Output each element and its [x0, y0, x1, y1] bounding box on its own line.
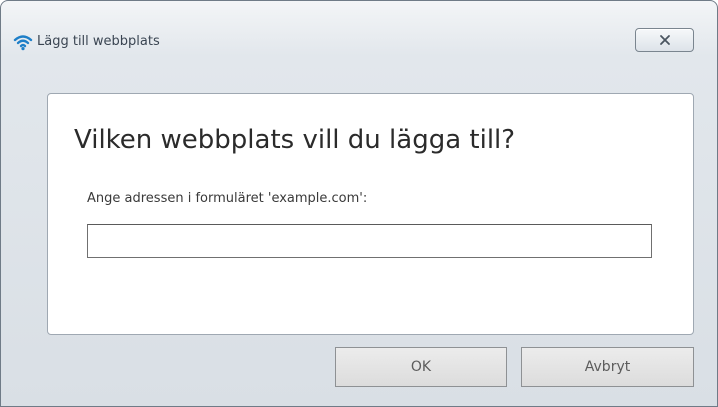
- ok-button[interactable]: OK: [335, 347, 507, 387]
- title-bar: Lägg till webbplats: [1, 1, 717, 59]
- content-panel: Vilken webbplats vill du lägga till? Ang…: [47, 93, 694, 335]
- cancel-button[interactable]: Avbryt: [521, 347, 694, 387]
- add-website-dialog: Lägg till webbplats Vilken webbplats vil…: [0, 0, 718, 407]
- website-address-input[interactable]: [87, 224, 652, 258]
- close-icon: [659, 35, 670, 45]
- close-button[interactable]: [635, 28, 694, 52]
- dialog-heading: Vilken webbplats vill du lägga till?: [74, 125, 516, 155]
- dialog-title: Lägg till webbplats: [37, 34, 160, 49]
- address-prompt-label: Ange adressen i formuläret 'example.com'…: [87, 191, 368, 206]
- wifi-icon: [13, 33, 33, 51]
